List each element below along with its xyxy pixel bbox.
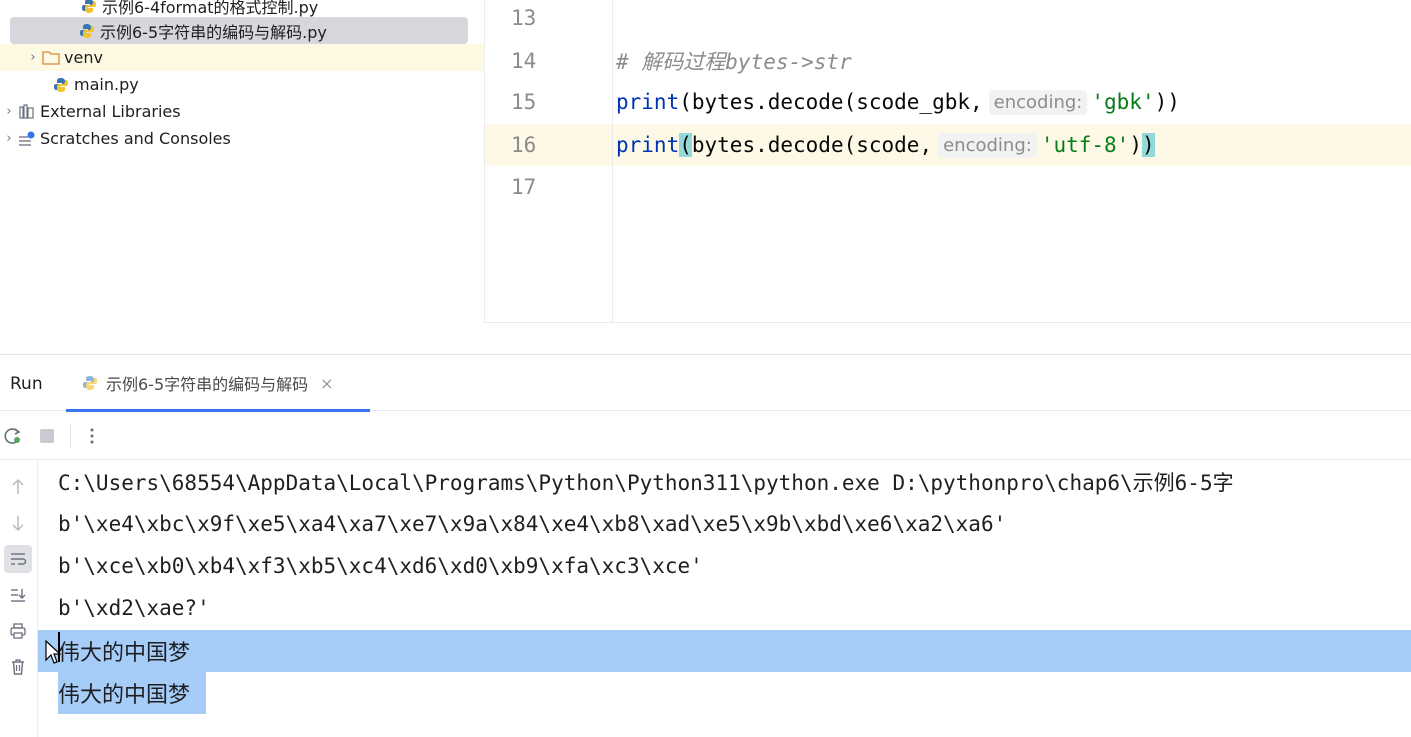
- rerun-icon[interactable]: [0, 423, 26, 449]
- toolbar-divider: [70, 423, 71, 448]
- console-line[interactable]: b'\xd2\xae?': [38, 587, 1411, 629]
- code-token: print: [616, 133, 680, 157]
- console-text: b'\xce\xb0\xb4\xf3\xb5\xc4\xd6\xd0\xb9\x…: [58, 554, 703, 578]
- console-line[interactable]: b'\xe4\xbc\x9f\xe5\xa4\xa7\xe7\x9a\x84\x…: [38, 503, 1411, 545]
- tree-item-external-libraries[interactable]: › External Libraries: [0, 98, 484, 125]
- line-number: 14: [511, 49, 537, 73]
- code-token: bytes.decode(scode,: [691, 133, 933, 157]
- code-token: 'utf-8': [1040, 133, 1130, 157]
- editor-bottom-border: [484, 322, 1411, 323]
- run-window-title: Run: [10, 374, 43, 394]
- tree-item-main[interactable]: main.py: [0, 71, 484, 98]
- scroll-down-icon[interactable]: [4, 509, 32, 537]
- print-icon[interactable]: [4, 617, 32, 645]
- code-token: ): [1129, 133, 1142, 157]
- mouse-pointer-icon: [45, 639, 62, 670]
- console-text: b'\xe4\xbc\x9f\xe5\xa4\xa7\xe7\x9a\x84\x…: [58, 512, 1007, 536]
- tree-item-file-6-5[interactable]: 示例6-5字符串的编码与解码.py: [10, 17, 468, 44]
- close-icon[interactable]: ×: [320, 374, 333, 393]
- python-file-icon: [82, 375, 102, 391]
- folder-icon: [40, 49, 62, 67]
- console-side-toolbar: [0, 461, 38, 737]
- code-line-current[interactable]: 16 print(bytes.decode(scode, encoding:'ut…: [485, 124, 1411, 166]
- console-text: b'\xd2\xae?': [58, 596, 210, 620]
- more-options-icon[interactable]: [79, 423, 105, 449]
- matched-brace: (: [679, 133, 692, 157]
- tree-item-label: main.py: [74, 75, 139, 94]
- code-editor[interactable]: 13 14 # 解码过程bytes->str 15 print (bytes.de…: [484, 0, 1411, 322]
- run-tab-label: 示例6-5字符串的编码与解码: [106, 375, 309, 394]
- python-file-icon: [78, 0, 100, 15]
- python-file-icon: [50, 76, 72, 94]
- code-line[interactable]: 13: [485, 0, 1411, 39]
- console-line[interactable]: C:\Users\68554\AppData\Local\Programs\Py…: [38, 461, 1411, 503]
- code-text: print (bytes.decode(scode_gbk, encoding:'g…: [616, 89, 1180, 115]
- tree-item-label: Scratches and Consoles: [40, 129, 231, 148]
- line-number: 15: [511, 90, 537, 114]
- console-text: 伟大的中国梦: [58, 683, 191, 708]
- code-token: (bytes.decode(scode_gbk,: [679, 90, 983, 114]
- run-tab[interactable]: 示例6-5字符串的编码与解码 ×: [66, 355, 370, 412]
- console-text: 伟大的中国梦: [58, 641, 191, 666]
- parameter-hint: encoding:: [988, 89, 1088, 115]
- line-number: 13: [511, 6, 537, 30]
- parameter-hint: encoding:: [938, 132, 1037, 158]
- tree-item-scratches[interactable]: › Scratches and Consoles: [0, 125, 484, 152]
- trash-icon[interactable]: [4, 653, 32, 681]
- console-text: C:\Users\68554\AppData\Local\Programs\Py…: [58, 471, 1234, 495]
- matched-brace: ): [1141, 133, 1155, 157]
- console-output[interactable]: C:\Users\68554\AppData\Local\Programs\Py…: [38, 461, 1411, 737]
- gutter-divider: [612, 0, 613, 322]
- console-line-selected[interactable]: 伟大的中国梦: [38, 630, 1411, 672]
- code-line[interactable]: 14 # 解码过程bytes->str: [485, 40, 1411, 82]
- code-line[interactable]: 17: [485, 166, 1411, 208]
- tree-item-label: 示例6-5字符串的编码与解码.py: [100, 22, 327, 42]
- run-toolbar: [0, 412, 1411, 460]
- project-tree: 示例6-4format的格式控制.py 示例6-5字符串的编码与解码.py › …: [0, 0, 484, 354]
- code-token: 'gbk': [1091, 90, 1155, 114]
- code-token: )): [1154, 90, 1180, 114]
- line-number: 16: [511, 133, 537, 157]
- tree-item-label: External Libraries: [40, 102, 181, 121]
- code-text: print(bytes.decode(scode, encoding:'utf-8…: [616, 132, 1155, 158]
- library-icon: [16, 103, 38, 121]
- stop-icon[interactable]: [34, 423, 60, 449]
- line-number: 17: [511, 175, 537, 199]
- tree-item-label: venv: [64, 48, 103, 67]
- code-comment: # 解码过程bytes->str: [616, 50, 852, 74]
- chevron-right-icon[interactable]: ›: [26, 50, 40, 65]
- scroll-to-end-icon[interactable]: [4, 581, 32, 609]
- code-text: # 解码过程bytes->str: [616, 46, 852, 76]
- console-line[interactable]: b'\xce\xb0\xb4\xf3\xb5\xc4\xd6\xd0\xb9\x…: [38, 545, 1411, 587]
- run-tool-window: Run 示例6-5字符串的编码与解码 × C:\Users\68554\AppD…: [0, 354, 1411, 737]
- tree-item-label: 示例6-4format的格式控制.py: [102, 0, 319, 17]
- console-line-selected[interactable]: 伟大的中国梦: [38, 672, 1411, 714]
- python-file-icon: [76, 22, 98, 40]
- chevron-right-icon[interactable]: ›: [2, 104, 16, 119]
- scratches-icon: [16, 130, 38, 148]
- code-token: print: [616, 90, 680, 114]
- soft-wrap-icon[interactable]: [4, 545, 32, 573]
- code-line[interactable]: 15 print (bytes.decode(scode_gbk, encoding…: [485, 81, 1411, 123]
- tree-item-venv[interactable]: › venv: [0, 44, 484, 71]
- run-header: Run 示例6-5字符串的编码与解码 ×: [0, 355, 1411, 412]
- chevron-right-icon[interactable]: ›: [2, 131, 16, 146]
- scroll-up-icon[interactable]: [4, 473, 32, 501]
